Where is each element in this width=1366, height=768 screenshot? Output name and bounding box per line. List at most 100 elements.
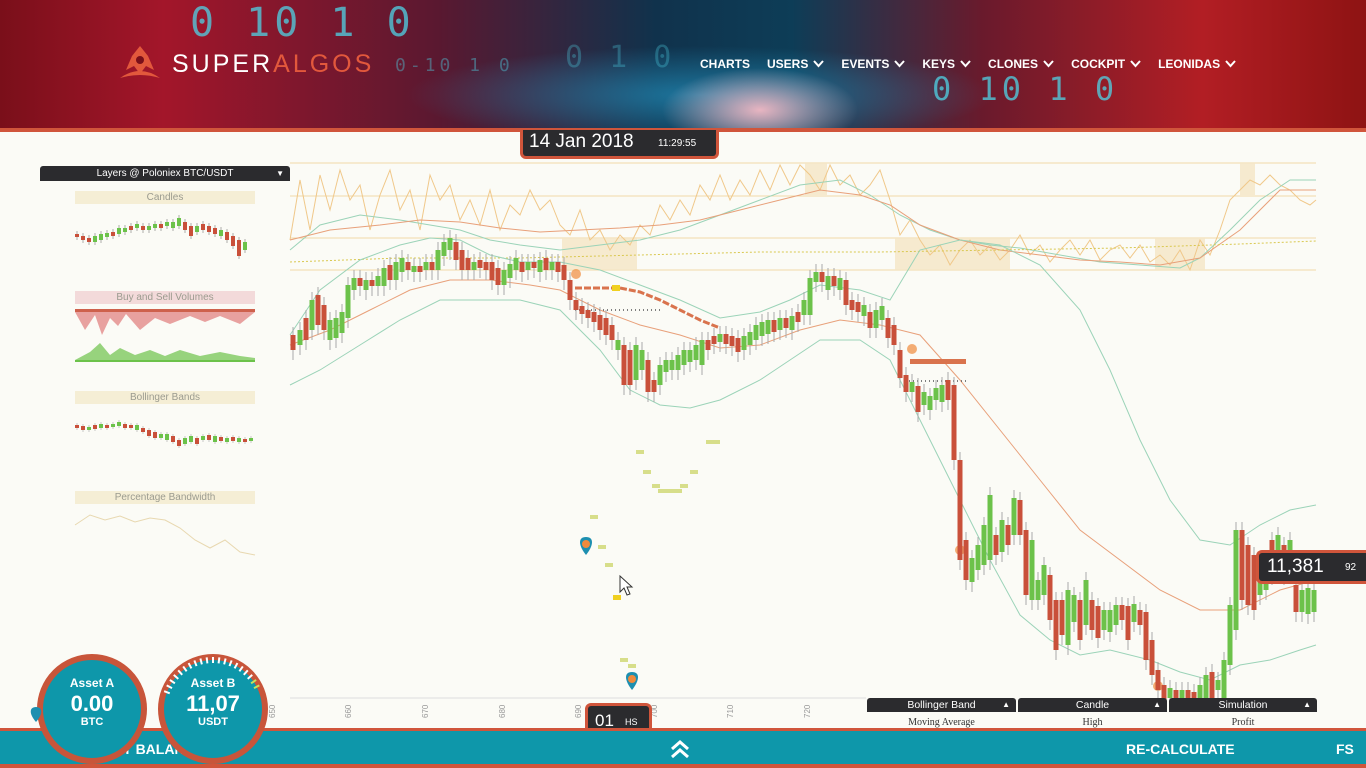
candle-mark <box>369 272 375 296</box>
candle-mark <box>333 310 339 348</box>
candle-mark <box>915 378 921 422</box>
brand-word-algos: ALGOS <box>273 50 375 78</box>
candle-mark <box>729 328 735 356</box>
candle-mark <box>543 250 549 280</box>
candle-mark <box>195 223 199 235</box>
nav-events[interactable]: EVENTS <box>841 57 906 71</box>
asset-a-gauge[interactable]: Asset A 0.00 BTC <box>37 654 147 764</box>
candle-mark <box>1233 522 1239 640</box>
trading-chart-canvas[interactable]: 650 660 670 680 690 700 710 720 <box>0 132 1366 728</box>
panel-bollinger-band[interactable]: Bollinger Band ▲ <box>867 698 1016 712</box>
candle-mark <box>225 229 229 243</box>
panel-candle[interactable]: Candle ▲ <box>1018 698 1167 712</box>
candle-mark <box>1155 662 1161 700</box>
code-rain-text: 0 10 1 0 <box>190 0 415 46</box>
candle-mark <box>189 223 193 239</box>
code-rain-text: 0 1 0 <box>565 40 676 75</box>
caret-up-icon[interactable]: ▲ <box>1153 698 1161 712</box>
layer-percentage-bandwidth[interactable]: Percentage Bandwidth <box>75 491 255 504</box>
candle-mark <box>819 264 825 292</box>
x-axis-tick-label: 680 <box>498 704 507 718</box>
candle-mark <box>1149 632 1155 685</box>
nav-leonidas[interactable]: LEONIDAS <box>1158 57 1236 71</box>
candle-mark <box>75 423 79 430</box>
candle-mark <box>111 229 115 239</box>
price-decimals: 92 <box>1345 562 1357 573</box>
chevron-down-icon <box>813 60 825 68</box>
candle-mark <box>1215 672 1221 700</box>
fullscreen-button[interactable]: FS <box>1336 741 1354 757</box>
candle-mark <box>135 221 139 231</box>
nav-label: EVENTS <box>841 57 890 71</box>
candle-mark <box>807 270 813 325</box>
candle-mark <box>687 342 693 372</box>
nav-charts[interactable]: CHARTS <box>700 57 750 71</box>
caret-down-icon[interactable]: ▼ <box>276 166 284 181</box>
asset-b-gauge[interactable]: Asset B 11,07 USDT <box>158 654 268 764</box>
datetime-display: 14 Jan 2018 11:29:55 <box>520 130 719 159</box>
candle-mark <box>411 258 417 282</box>
candle-mark <box>165 219 169 229</box>
candle-mark <box>327 312 333 350</box>
candle-mark <box>597 307 603 340</box>
superalgos-logo-icon[interactable] <box>118 44 162 84</box>
layer-buy-sell-volumes[interactable]: Buy and Sell Volumes <box>75 291 255 304</box>
candle-mark <box>555 254 561 282</box>
nav-keys[interactable]: KEYS <box>922 57 971 71</box>
layers-panel-header[interactable]: Layers @ Poloniex BTC/USDT ▼ <box>40 166 290 181</box>
nav-label: CHARTS <box>700 57 750 71</box>
layer-candles[interactable]: Candles <box>75 191 255 204</box>
nav-clones[interactable]: CLONES <box>988 57 1054 71</box>
candle-mark <box>741 328 747 360</box>
brand-wordmark[interactable]: SUPERALGOS <box>172 50 374 79</box>
candle-mark <box>81 233 85 243</box>
nav-label: USERS <box>767 57 809 71</box>
layer-bollinger-bands[interactable]: Bollinger Bands <box>75 391 255 404</box>
nav-label: LEONIDAS <box>1158 57 1221 71</box>
candle-mark <box>1077 592 1083 650</box>
candle-mark <box>399 250 405 282</box>
candle-mark <box>477 252 483 278</box>
panel-simulation[interactable]: Simulation ▲ <box>1169 698 1317 712</box>
current-time: 11:29:55 <box>658 138 697 149</box>
nav-users[interactable]: USERS <box>767 57 825 71</box>
caret-up-icon[interactable]: ▲ <box>1002 698 1010 712</box>
candle-mark <box>135 423 139 432</box>
candle-mark <box>123 225 127 235</box>
candle-mark <box>117 420 121 428</box>
nav-cockpit[interactable]: COCKPIT <box>1071 57 1141 71</box>
candle-mark <box>213 434 217 444</box>
chevron-down-icon <box>1043 60 1054 68</box>
candle-mark <box>1035 572 1041 610</box>
caret-up-icon[interactable]: ▲ <box>1303 698 1311 712</box>
mouse-cursor-icon <box>619 574 634 596</box>
candle-mark <box>771 312 777 342</box>
candle-mark <box>501 262 507 295</box>
candle-mark <box>603 310 609 345</box>
panel-subtitle: Moving Average <box>908 717 975 728</box>
candle-mark <box>1023 522 1029 605</box>
candle-mark <box>183 436 187 446</box>
candle-mark <box>765 312 771 344</box>
candle-mark <box>789 308 795 340</box>
candle-mark <box>723 326 729 354</box>
gauge-tick <box>217 657 221 664</box>
double-chevron-up-icon[interactable] <box>669 739 691 759</box>
candle-mark <box>93 233 97 245</box>
candle-mark <box>243 239 247 253</box>
candle-mark <box>699 332 705 375</box>
candle-mark <box>87 235 91 245</box>
candle-mark <box>207 223 211 235</box>
candle-mark <box>129 423 133 430</box>
candle-mark <box>927 388 933 420</box>
candle-mark <box>165 432 169 442</box>
recalculate-button[interactable]: RE-CALCULATE <box>1126 741 1235 757</box>
candle-mark <box>117 225 121 237</box>
candle-mark <box>1107 602 1113 642</box>
x-axis-ticks: 650 660 670 680 690 700 710 720 <box>268 704 812 718</box>
candle-mark <box>621 337 627 395</box>
candle-mark <box>243 437 247 444</box>
candle-mark <box>207 433 211 442</box>
candle-mark <box>975 537 981 580</box>
candle-mark <box>393 254 399 290</box>
